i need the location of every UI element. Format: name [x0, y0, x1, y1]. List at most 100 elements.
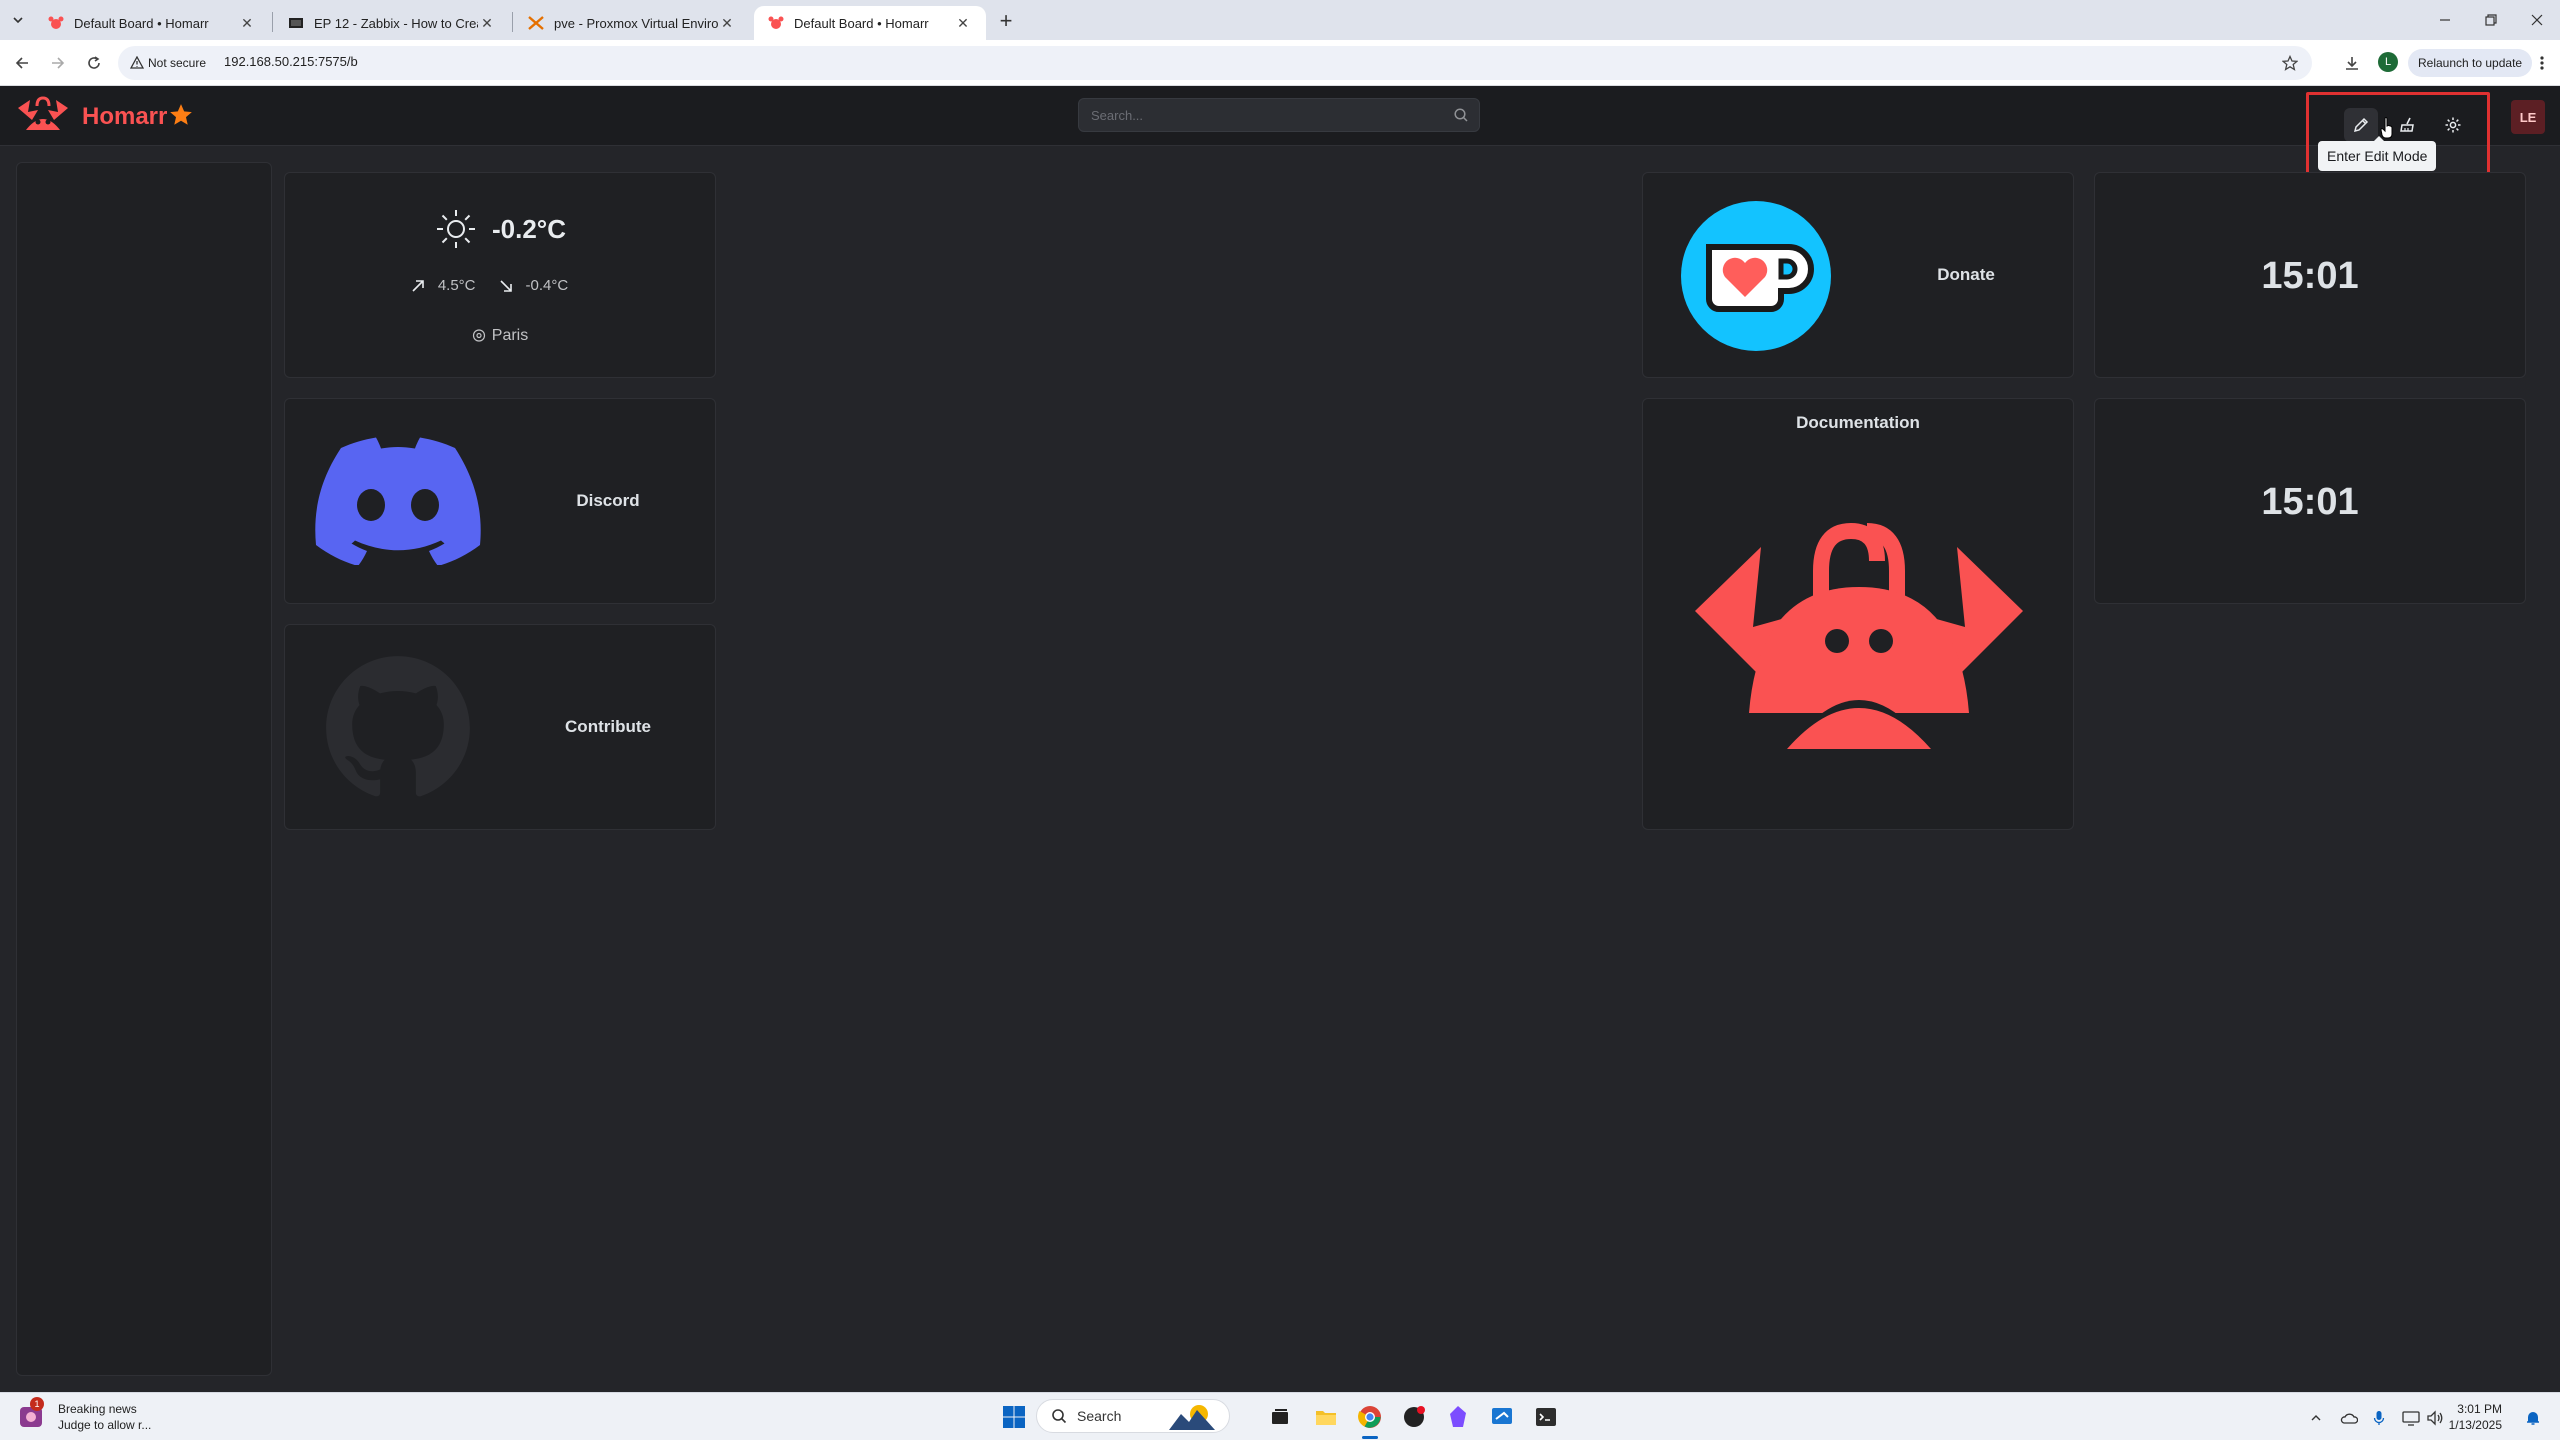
windows-start-icon[interactable]	[1000, 1403, 1028, 1431]
search-icon[interactable]	[1453, 107, 1469, 123]
proxmox-favicon-icon	[528, 16, 544, 30]
video-favicon-icon	[289, 18, 303, 28]
address-bar[interactable]: Not secure 192.168.50.215:7575/b	[118, 46, 2312, 80]
pencil-icon	[2353, 117, 2369, 133]
taskbar-search[interactable]: Search	[1036, 1399, 1230, 1433]
back-arrow-icon[interactable]	[8, 49, 36, 77]
chrome-active-indicator	[1362, 1436, 1378, 1439]
contribute-label: Contribute	[565, 717, 651, 736]
broom-icon	[2400, 117, 2414, 132]
tab-close-icon[interactable]: ✕	[238, 14, 256, 32]
terminal-icon[interactable]	[1532, 1403, 1560, 1431]
sun-icon	[437, 210, 475, 248]
bing-landscape-icon	[1169, 1405, 1215, 1430]
security-chip[interactable]: Not secure	[124, 51, 212, 75]
clock-widget: 15:01	[2094, 398, 2526, 604]
github-icon	[326, 656, 470, 797]
location-pin-icon	[472, 329, 485, 342]
relaunch-to-update-button[interactable]: Relaunch to update	[2408, 49, 2533, 77]
clock-time: 15:01	[2261, 255, 2359, 297]
system-date: 1/13/2025	[2448, 1418, 2502, 1432]
browser-tab-strip: Default Board • Homarr ✕ EP 12 - Zabbix …	[0, 0, 2560, 40]
url-text[interactable]: 192.168.50.215:7575/b	[224, 54, 358, 69]
donate-label: Donate	[1937, 265, 1995, 284]
donate-app-tile[interactable]: Donate	[1642, 172, 2074, 378]
mouse-cursor-icon	[2380, 117, 2393, 139]
homarr-crab-icon	[1695, 522, 2023, 749]
browser-tab-zabbix[interactable]: EP 12 - Zabbix - How to Create ✕	[274, 6, 510, 40]
search-icon	[1052, 1409, 1067, 1424]
app-title[interactable]: Homarr	[82, 103, 167, 131]
notification-bell-icon[interactable]	[2522, 1407, 2544, 1429]
discord-app-tile[interactable]: Discord	[284, 398, 716, 604]
news-title: Breaking news	[58, 1402, 137, 1416]
homarr-favicon-icon	[48, 16, 64, 29]
news-subtitle: Judge to allow r...	[58, 1418, 152, 1432]
browser-tab-homarr-1[interactable]: Default Board • Homarr ✕	[34, 6, 270, 40]
arrow-up-right-icon	[412, 279, 424, 292]
task-view-icon[interactable]	[1266, 1403, 1294, 1431]
reload-icon[interactable]	[80, 49, 108, 77]
tab-close-icon[interactable]: ✕	[478, 14, 496, 32]
discord-label: Discord	[576, 491, 640, 510]
weather-min-max: 4.5°C -0.4°C	[285, 277, 715, 294]
github-desktop-icon[interactable]	[1400, 1403, 1428, 1431]
arrow-down-right-icon	[499, 279, 512, 292]
remote-desktop-icon[interactable]	[1488, 1403, 1516, 1431]
warning-triangle-icon	[130, 56, 144, 69]
board-sidebar	[16, 162, 272, 1376]
browser-toolbar: Not secure 192.168.50.215:7575/b	[0, 40, 2560, 86]
browser-menu-kebab-icon[interactable]	[2532, 52, 2552, 74]
tab-search-chevron-icon[interactable]	[6, 8, 30, 32]
edit-mode-button[interactable]	[2344, 108, 2378, 142]
news-widget[interactable]: 1 Breaking news Judge to allow r...	[16, 1397, 152, 1433]
minimize-icon[interactable]	[2422, 0, 2468, 40]
tab-close-icon[interactable]: ✕	[718, 14, 736, 32]
weather-location: Paris	[285, 327, 715, 345]
system-time: 3:01 PM	[2457, 1402, 2502, 1416]
documentation-app-tile[interactable]: Documentation	[1642, 398, 2074, 830]
clock-time: 15:01	[2261, 481, 2359, 523]
tab-separator	[272, 12, 273, 32]
search-box	[1078, 98, 1480, 132]
restore-icon[interactable]	[2468, 0, 2514, 40]
close-window-icon[interactable]	[2514, 0, 2560, 40]
tab-separator	[512, 12, 513, 32]
edit-mode-tooltip: Enter Edit Mode	[2318, 136, 2437, 171]
obsidian-icon[interactable]	[1444, 1403, 1472, 1431]
tray-overflow-chevron-icon[interactable]	[2305, 1407, 2327, 1429]
weather-current-temp: -0.2°C	[492, 213, 566, 244]
windows-taskbar: 1 Breaking news Judge to allow r... Sear…	[0, 1392, 2560, 1440]
chrome-icon[interactable]	[1356, 1403, 1384, 1431]
tab-title: Default Board • Homarr	[74, 15, 209, 31]
downloads-icon[interactable]	[2338, 49, 2366, 77]
homarr-logo-icon	[18, 96, 68, 130]
bookmark-star-icon[interactable]	[2278, 51, 2302, 75]
onedrive-cloud-icon[interactable]	[2338, 1407, 2360, 1429]
system-clock[interactable]: 3:01 PM 1/13/2025	[2448, 1401, 2502, 1433]
clock-widget: 15:01	[2094, 172, 2526, 378]
browser-tab-proxmox[interactable]: pve - Proxmox Virtual Environm ✕	[514, 6, 750, 40]
tab-close-icon[interactable]: ✕	[954, 14, 972, 32]
gear-icon	[2445, 117, 2461, 133]
weather-widget: -0.2°C 4.5°C -0.4°C Paris	[284, 172, 716, 378]
search-input[interactable]	[1079, 99, 1439, 131]
browser-tab-homarr-active[interactable]: Default Board • Homarr ✕	[754, 6, 986, 40]
favorite-star-icon	[170, 104, 192, 125]
contribute-app-tile[interactable]: Contribute	[284, 624, 716, 830]
tab-title: pve - Proxmox Virtual Environm	[554, 15, 718, 31]
network-icon[interactable]	[2400, 1407, 2422, 1429]
tab-title: Default Board • Homarr	[794, 15, 929, 31]
file-explorer-icon[interactable]	[1312, 1403, 1340, 1431]
microphone-icon[interactable]	[2368, 1407, 2390, 1429]
forward-arrow-icon[interactable]	[44, 49, 72, 77]
user-avatar[interactable]: LE	[2511, 100, 2545, 134]
profile-avatar[interactable]: L	[2378, 52, 2398, 72]
settings-button[interactable]	[2436, 108, 2470, 142]
weather-current: -0.2°C	[285, 207, 715, 251]
volume-icon[interactable]	[2424, 1407, 2446, 1429]
weather-location-name: Paris	[491, 327, 529, 344]
new-tab-plus-icon[interactable]: +	[992, 8, 1020, 34]
homarr-favicon-icon	[768, 16, 784, 29]
taskbar-search-label: Search	[1077, 1408, 1122, 1424]
